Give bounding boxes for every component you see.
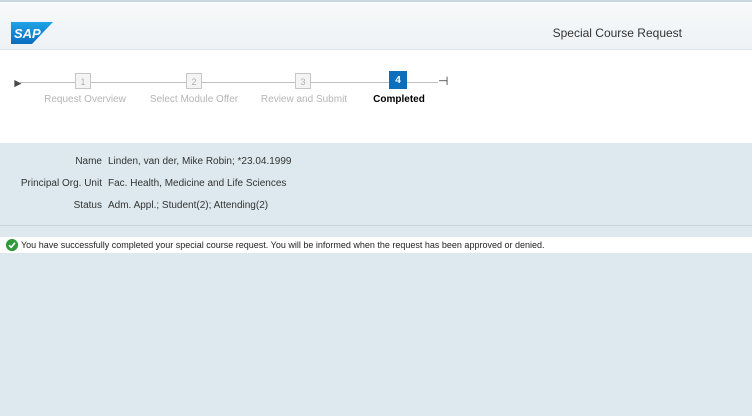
svg-text:SAP: SAP (14, 26, 41, 41)
success-message-text: You have successfully completed your spe… (21, 240, 545, 250)
app-header: SAP Special Course Request (0, 2, 752, 50)
org-value: Fac. Health, Medicine and Life Sciences (108, 178, 287, 189)
success-message-bar: You have successfully completed your spe… (0, 237, 752, 253)
roadmap-step-1-label[interactable]: Request Overview (44, 94, 126, 105)
roadmap-step-1[interactable]: 1 (75, 73, 91, 89)
roadmap: ► ⊣ 1 Request Overview 2 Select Module O… (0, 50, 752, 143)
sap-logo: SAP (11, 22, 53, 44)
roadmap-line (311, 82, 389, 83)
success-check-icon (6, 239, 18, 251)
roadmap-step-3-label[interactable]: Review and Submit (261, 94, 347, 105)
name-label: Name (75, 156, 102, 167)
status-label: Status (73, 200, 102, 211)
info-row-status: Status Adm. Appl.; Student(2); Attending… (0, 200, 752, 218)
name-value: Linden, van der, Mike Robin; *23.04.1999 (108, 156, 292, 167)
status-value: Adm. Appl.; Student(2); Attending(2) (108, 200, 269, 211)
roadmap-step-4-label[interactable]: Completed (373, 94, 425, 105)
roadmap-end-icon: ⊣ (438, 74, 449, 88)
roadmap-step-4[interactable]: 4 (389, 71, 407, 89)
info-row-org: Principal Org. Unit Fac. Health, Medicin… (0, 178, 752, 196)
info-row-name: Name Linden, van der, Mike Robin; *23.04… (0, 156, 752, 174)
roadmap-step-2-label[interactable]: Select Module Offer (150, 94, 238, 105)
org-label: Principal Org. Unit (20, 178, 102, 189)
roadmap-line (20, 82, 75, 83)
roadmap-start-icon: ► (12, 76, 24, 90)
roadmap-line (91, 82, 186, 83)
app-title: Special Course Request (552, 26, 682, 40)
roadmap-step-3[interactable]: 3 (295, 73, 311, 89)
roadmap-line (407, 82, 438, 83)
roadmap-step-2[interactable]: 2 (186, 73, 202, 89)
divider (0, 225, 752, 226)
roadmap-line (202, 82, 295, 83)
